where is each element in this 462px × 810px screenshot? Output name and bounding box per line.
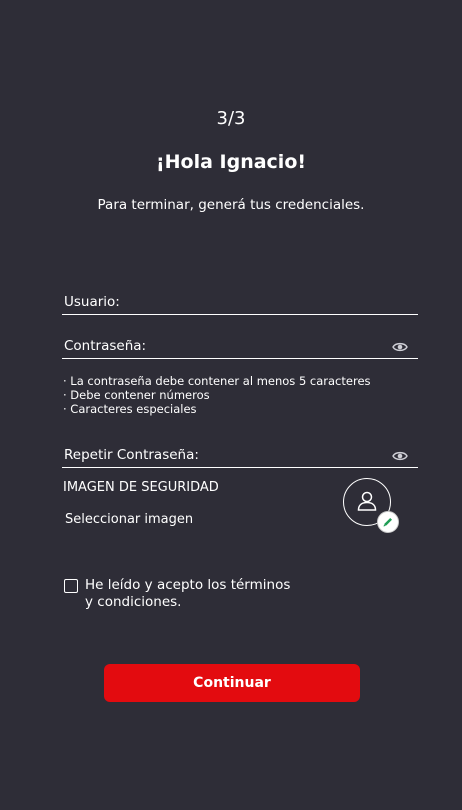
password-rule: · Debe contener números bbox=[63, 388, 210, 402]
username-label: Usuario: bbox=[64, 294, 120, 310]
step-indicator: 3/3 bbox=[216, 108, 246, 129]
user-icon bbox=[357, 491, 377, 511]
repeat-password-label: Repetir Contraseña: bbox=[64, 447, 199, 463]
repeat-password-field[interactable]: Repetir Contraseña: bbox=[62, 443, 418, 468]
password-rule: · Caracteres especiales bbox=[63, 402, 197, 416]
continue-button[interactable]: Continuar bbox=[104, 664, 360, 702]
password-field[interactable]: Contraseña: bbox=[62, 334, 418, 359]
password-rule: · La contraseña debe contener al menos 5… bbox=[63, 374, 371, 388]
edit-image-button[interactable] bbox=[377, 511, 399, 533]
subtitle: Para terminar, generá tus credenciales. bbox=[97, 197, 365, 213]
eye-icon[interactable] bbox=[392, 450, 408, 462]
eye-icon[interactable] bbox=[392, 341, 408, 353]
terms-label[interactable]: He leído y acepto los términos y condici… bbox=[85, 577, 295, 611]
greeting-title: ¡Hola Ignacio! bbox=[155, 151, 307, 173]
terms-checkbox[interactable] bbox=[64, 579, 78, 593]
pencil-icon bbox=[383, 518, 392, 527]
terms-row[interactable]: He leído y acepto los términos y condici… bbox=[64, 577, 295, 611]
username-field[interactable]: Usuario: bbox=[62, 290, 418, 315]
select-image-link[interactable]: Seleccionar imagen bbox=[65, 512, 193, 527]
password-rules: · La contraseña debe contener al menos 5… bbox=[63, 374, 371, 416]
password-label: Contraseña: bbox=[64, 338, 147, 354]
security-image-title: IMAGEN DE SEGURIDAD bbox=[63, 480, 219, 495]
